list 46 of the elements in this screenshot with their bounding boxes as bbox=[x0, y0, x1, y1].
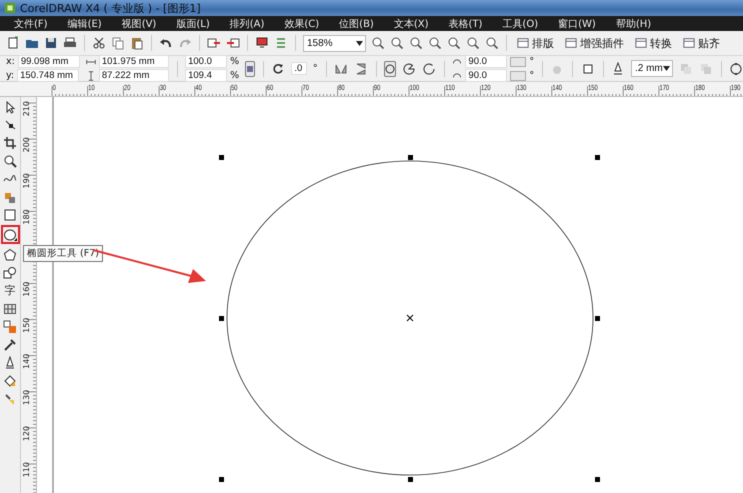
menu-item[interactable]: 编辑(E) bbox=[58, 16, 112, 30]
end-angle-field[interactable]: 90.0 bbox=[465, 69, 508, 82]
ruler-number: 130 bbox=[22, 390, 31, 406]
degree-sign: ° bbox=[529, 56, 534, 66]
scale-y-field[interactable]: 109.4 bbox=[185, 69, 228, 82]
menu-item[interactable]: 文本(X) bbox=[384, 16, 438, 30]
start-angle-field[interactable]: 90.0 bbox=[465, 55, 508, 68]
percent-sign: % bbox=[230, 70, 240, 80]
text-tool[interactable]: 字 bbox=[2, 283, 18, 298]
rotation-field[interactable]: .0 bbox=[291, 62, 307, 75]
ruler-number: 150 bbox=[22, 318, 31, 333]
ruler-number: 120 bbox=[22, 426, 31, 442]
outline-width-dropdown[interactable]: .2 mm bbox=[630, 60, 673, 77]
ruler-number: 180 bbox=[22, 209, 31, 225]
plugin-button[interactable]: 增强插件 bbox=[562, 34, 627, 52]
degree-sign: ° bbox=[312, 64, 318, 74]
scale-x-field[interactable]: 100.0 bbox=[185, 55, 228, 68]
menu-item[interactable]: 表格(T) bbox=[438, 16, 492, 30]
window-title: CorelDRAW X4 ( 专业版 ) - [图形1] bbox=[20, 0, 201, 16]
degree-sign: ° bbox=[529, 70, 534, 80]
percent-sign: % bbox=[230, 56, 240, 66]
menu-item[interactable]: 效果(C) bbox=[274, 16, 330, 30]
ruler-number: 140 bbox=[22, 354, 31, 369]
ruler-number: 210 bbox=[22, 101, 31, 116]
width-field[interactable]: 101.975 mm bbox=[98, 55, 169, 68]
ruler-number: 160 bbox=[22, 282, 31, 297]
menu-item[interactable]: 工具(O) bbox=[492, 16, 548, 30]
menu-item[interactable]: 版面(L) bbox=[166, 16, 220, 30]
menu-item[interactable]: 文件(F) bbox=[4, 16, 58, 30]
menu-item[interactable]: 位图(B) bbox=[329, 16, 384, 30]
zoom-level-dropdown[interactable]: 158% bbox=[303, 34, 366, 52]
menu-item[interactable]: 帮助(H) bbox=[606, 16, 662, 30]
ruler-number: 110 bbox=[22, 462, 31, 478]
plugin-button[interactable]: 转换 bbox=[632, 34, 675, 52]
menu-item[interactable]: 视图(V) bbox=[112, 16, 166, 30]
menu-item[interactable]: 排列(A) bbox=[220, 16, 274, 30]
y-position-field[interactable]: 150.748 mm bbox=[17, 69, 80, 82]
plugin-button[interactable]: 排版 bbox=[514, 34, 557, 52]
y-label: y: bbox=[6, 70, 14, 80]
height-field[interactable]: 87.222 mm bbox=[98, 69, 169, 82]
plugin-button[interactable]: 贴齐 bbox=[680, 34, 723, 52]
ruler-number: 200 bbox=[22, 137, 31, 152]
x-position-field[interactable]: 99.098 mm bbox=[18, 55, 80, 68]
ruler-number: 190 bbox=[22, 173, 31, 188]
x-label: x: bbox=[6, 56, 15, 66]
menu-item[interactable]: 窗口(W) bbox=[548, 16, 606, 30]
